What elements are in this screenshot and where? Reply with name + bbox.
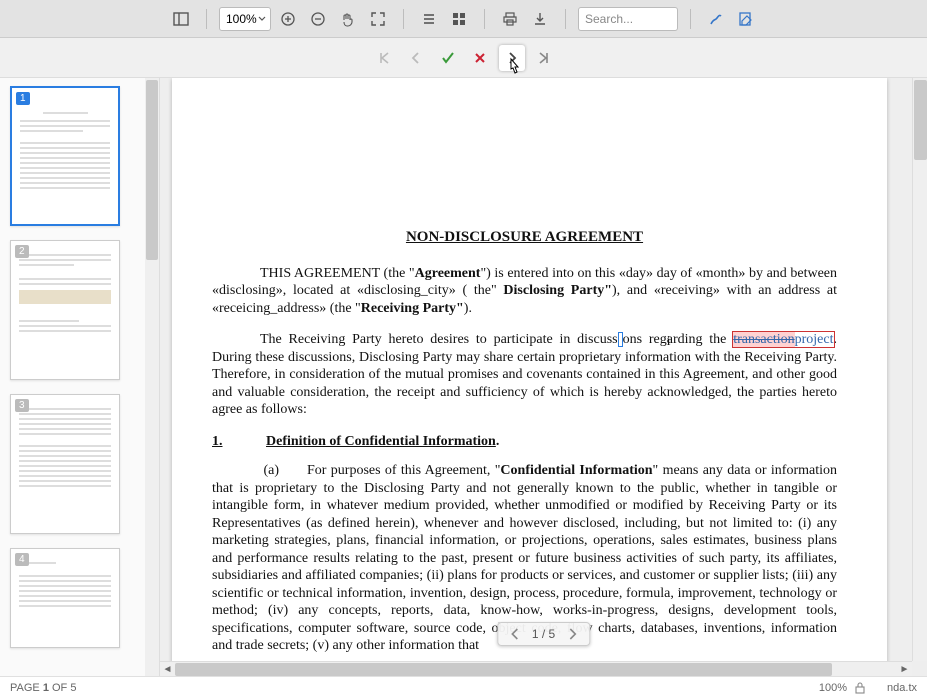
zoom-select[interactable]: 100% [219, 7, 271, 31]
separator [690, 9, 691, 29]
next-change-button[interactable] [499, 45, 525, 71]
document-title: NON-DISCLOSURE AGREEMENT [212, 228, 837, 247]
lines-icon [421, 11, 437, 27]
zoom-value: 100% [226, 12, 257, 26]
page-thumbnail-3[interactable]: 3 [10, 394, 120, 534]
chevron-right-icon [567, 628, 577, 640]
separator [206, 9, 207, 29]
page-thumbnail-4[interactable]: 4 [10, 548, 120, 648]
accept-change-button[interactable] [435, 45, 461, 71]
main-area: 1 2 3 [0, 78, 927, 676]
search-input[interactable]: Search... [578, 7, 678, 31]
zoom-status: 100% [819, 682, 847, 694]
expand-icon [370, 11, 386, 27]
panel-icon [173, 11, 189, 27]
first-change-button[interactable] [371, 45, 397, 71]
download-button[interactable] [527, 6, 553, 32]
zoom-out-button[interactable] [305, 6, 331, 32]
page-indicator: 1 / 5 [532, 627, 555, 641]
zoom-in-button[interactable] [275, 6, 301, 32]
sidebar-scrollbar[interactable] [145, 78, 159, 676]
document-viewer: NON-DISCLOSURE AGREEMENT THIS AGREEMENT … [160, 78, 927, 676]
separator [403, 9, 404, 29]
last-change-button[interactable] [531, 45, 557, 71]
separator [565, 9, 566, 29]
page-thumbnail-1[interactable]: 1 [10, 86, 120, 226]
horizontal-scrollbar[interactable]: ◄ ► [160, 661, 912, 676]
section-1-heading: 1. Definition of Confidential Informatio… [212, 433, 837, 451]
hand-icon [340, 11, 356, 27]
page-thumbnail-2[interactable]: 2 [10, 240, 120, 380]
edit-button[interactable] [733, 6, 759, 32]
first-icon [377, 51, 391, 65]
filename-status: nda.tx [887, 682, 917, 694]
document-page: NON-DISCLOSURE AGREEMENT THIS AGREEMENT … [172, 78, 887, 676]
page-prev-button[interactable] [506, 628, 524, 640]
chevron-left-icon [510, 628, 520, 640]
toggle-sidebar-button[interactable] [168, 6, 194, 32]
thumbnail-sidebar: 1 2 3 [0, 78, 160, 676]
last-icon [537, 51, 551, 65]
print-icon [502, 11, 518, 27]
minus-circle-icon [310, 11, 326, 27]
track-changes-toolbar [0, 38, 927, 78]
prev-change-button[interactable] [403, 45, 429, 71]
reject-change-button[interactable] [467, 45, 493, 71]
download-icon [532, 11, 548, 27]
page-navigator: 1 / 5 [497, 622, 590, 646]
scroll-left-button[interactable]: ◄ [160, 662, 175, 676]
hand-tool-button[interactable] [335, 6, 361, 32]
thumbnail-number: 3 [15, 399, 29, 412]
page-next-button[interactable] [563, 628, 581, 640]
vertical-scrollbar[interactable] [912, 78, 927, 661]
separator [484, 9, 485, 29]
page-status: PAGE 1 OF 5 [10, 682, 76, 694]
chevron-left-icon [409, 51, 423, 65]
status-bar: PAGE 1 OF 5 100% nda.tx [0, 676, 927, 698]
edit-icon [738, 11, 754, 27]
thumbnail-number: 4 [15, 553, 29, 566]
search-placeholder: Search... [585, 12, 633, 26]
scroll-right-button[interactable]: ► [897, 662, 912, 676]
sign-button[interactable] [703, 6, 729, 32]
paragraph-1: THIS AGREEMENT (the "Agreement") is ente… [212, 265, 837, 318]
x-icon [473, 51, 487, 65]
print-button[interactable] [497, 6, 523, 32]
check-icon [440, 50, 456, 66]
thumbnail-number: 1 [16, 92, 30, 105]
pen-icon [708, 11, 724, 27]
fullscreen-button[interactable] [365, 6, 391, 32]
tracked-change[interactable]: transactionproject [733, 332, 833, 347]
chevron-down-icon [258, 15, 266, 23]
plus-circle-icon [280, 11, 296, 27]
chevron-right-icon [505, 51, 519, 65]
top-toolbar: 100% [0, 0, 927, 38]
grid-icon [451, 11, 467, 27]
grid-view-button[interactable] [446, 6, 472, 32]
continuous-view-button[interactable] [416, 6, 442, 32]
paragraph-2: The Receiving Party hereto desires to pa… [212, 331, 837, 419]
lock-icon [855, 682, 865, 694]
thumbnail-number: 2 [15, 245, 29, 258]
